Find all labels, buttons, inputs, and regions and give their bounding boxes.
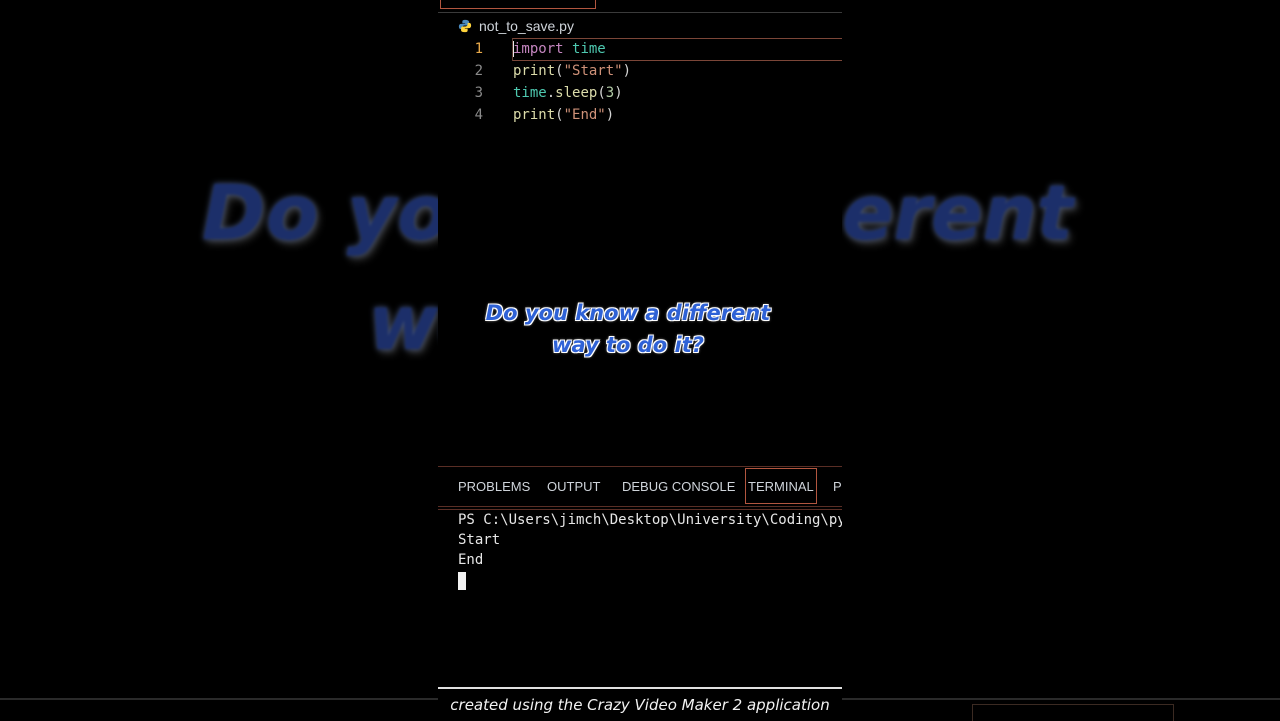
code-token: ) (622, 63, 632, 79)
line-source: print("End") (513, 104, 614, 126)
line-source: print("Start") (513, 60, 631, 82)
tab-ports[interactable]: P (833, 468, 842, 504)
terminal-prompt: PS C:\Users\jimch\Desktop\University\Cod… (458, 512, 842, 528)
panel-divider (438, 466, 842, 467)
line-number: 3 (474, 85, 483, 101)
code-line[interactable]: 4 print("End") (438, 104, 842, 126)
code-token: time (513, 85, 547, 101)
code-token: ) (605, 107, 615, 123)
code-editor[interactable]: 1 import time 2 print("Start") 3 time.sleep(3… (438, 38, 842, 126)
line-number: 4 (474, 107, 483, 123)
panel-tabs: PROBLEMS OUTPUT DEBUG CONSOLE TERMINAL P (438, 468, 842, 504)
code-token: print (513, 107, 556, 123)
terminal[interactable]: PS C:\Users\jimch\Desktop\University\Cod… (458, 510, 842, 590)
tab-debug-console[interactable]: DEBUG CONSOLE (622, 468, 735, 504)
previous-editor-tab[interactable] (440, 0, 596, 9)
code-line[interactable]: 1 import time (438, 38, 842, 61)
watermark-text: created using the Crazy Video Maker 2 ap… (450, 696, 830, 714)
terminal-cursor (458, 572, 466, 590)
caption-line-1: Do you know a different (485, 301, 771, 325)
code-token: print (513, 63, 556, 79)
code-token: time (572, 41, 606, 57)
code-token: ( (555, 63, 564, 79)
code-token: ) (614, 85, 623, 101)
caption-line-2: way to do it? (552, 333, 704, 357)
file-name: not_to_save.py (479, 18, 574, 34)
file-breadcrumb[interactable]: not_to_save.py (438, 14, 574, 38)
terminal-output-line: Start (458, 532, 501, 548)
background-caption-right: erent (842, 168, 1074, 257)
code-token: sleep (555, 85, 598, 101)
code-token: . (546, 85, 556, 101)
python-icon (458, 19, 472, 33)
code-line[interactable]: 2 print("Start") (438, 60, 842, 82)
line-source: import time (513, 38, 606, 60)
code-line[interactable]: 3 time.sleep(3) (438, 82, 842, 104)
panel-tabs-underline (438, 506, 842, 507)
code-token: "Start" (563, 63, 623, 79)
tab-terminal[interactable]: TERMINAL (745, 468, 817, 504)
terminal-output-line: End (458, 552, 484, 568)
code-token: "End" (563, 107, 606, 123)
text-cursor (513, 41, 514, 57)
tab-output[interactable]: OUTPUT (547, 468, 600, 504)
code-token: ( (555, 107, 564, 123)
line-source: time.sleep(3) (513, 82, 623, 104)
video-frame: not_to_save.py 1 import time 2 print("Start… (438, 0, 842, 720)
line-number: 2 (474, 63, 483, 79)
background-frame (972, 704, 1174, 721)
code-token: import (513, 41, 564, 57)
code-token: 3 (605, 85, 615, 101)
footer-divider (438, 687, 842, 689)
video-caption: Do you know a different way to do it? (438, 297, 818, 361)
code-token: ( (597, 85, 606, 101)
tab-problems[interactable]: PROBLEMS (458, 468, 530, 504)
line-number: 1 (474, 41, 483, 57)
tab-bar-divider (438, 12, 842, 13)
